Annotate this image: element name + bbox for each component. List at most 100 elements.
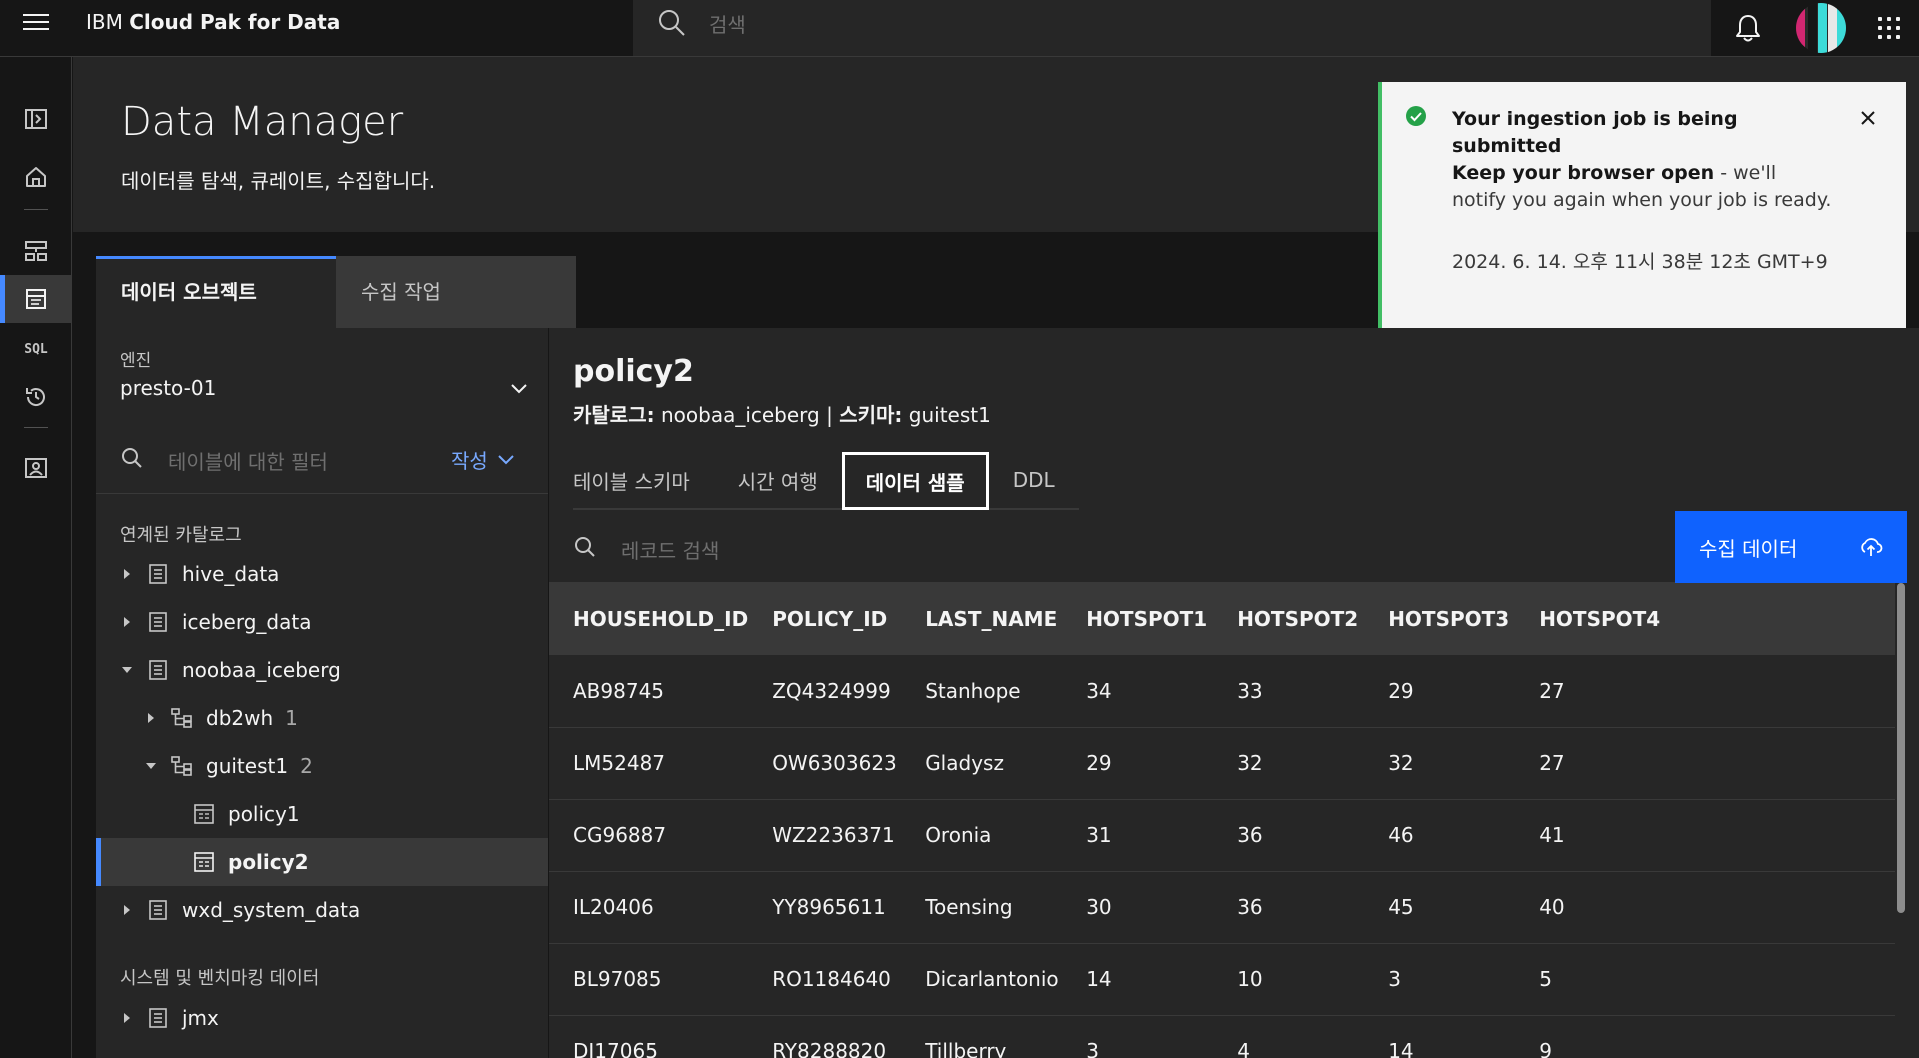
tab-data-objects[interactable]: 데이터 오브젝트: [96, 256, 336, 328]
rail-access-control[interactable]: [0, 445, 72, 493]
tree-item-iceberg-data[interactable]: iceberg_data: [96, 598, 548, 646]
tab-table-schema[interactable]: 테이블 스키마: [573, 452, 714, 510]
column-header[interactable]: HOTSPOT2: [1213, 583, 1365, 655]
catalog-icon: [146, 660, 170, 680]
schema-value: guitest1: [908, 403, 991, 427]
chevron-down-icon[interactable]: [510, 380, 528, 399]
table-row: CG96887 WZ2236371 Oronia 31 36 46 41: [549, 799, 1895, 872]
record-search-input[interactable]: 레코드 검색: [549, 511, 1675, 583]
column-header[interactable]: HOTSPOT1: [1062, 583, 1214, 655]
rail-home[interactable]: [0, 153, 72, 201]
data-table-icon: [26, 289, 46, 309]
upload-icon: [1859, 535, 1883, 564]
tree-item-wxd-system-data[interactable]: wxd_system_data: [96, 886, 548, 934]
ingest-data-button[interactable]: 수집 데이터: [1675, 511, 1907, 583]
app-switcher-button[interactable]: [1858, 0, 1919, 56]
column-header[interactable]: POLICY_ID: [748, 583, 902, 655]
tree-item-db2wh[interactable]: db2wh 1: [96, 694, 548, 742]
cell: 46: [1364, 799, 1516, 872]
tab-time-travel[interactable]: 시간 여행: [713, 452, 842, 510]
cell: 31: [1062, 799, 1214, 872]
cell: OW6303623: [748, 727, 902, 800]
column-header[interactable]: HOTSPOT3: [1364, 583, 1516, 655]
tree-item-noobaa-iceberg[interactable]: noobaa_iceberg: [96, 646, 548, 694]
table-scrollbar[interactable]: [1895, 583, 1907, 1058]
cell: YY8965611: [748, 871, 902, 944]
side-rail: SQL: [0, 57, 72, 1058]
tree-item-label: hive_data: [182, 562, 280, 586]
column-header[interactable]: LAST_NAME: [901, 583, 1063, 655]
user-access-icon: [25, 458, 47, 478]
caret-right-icon[interactable]: [120, 1012, 134, 1024]
global-search-placeholder: 검색: [709, 13, 746, 37]
cell: AB98745: [549, 655, 749, 728]
rail-data-integration[interactable]: [0, 227, 72, 275]
ingest-data-label: 수집 데이터: [1699, 536, 1798, 561]
scrollbar-thumb[interactable]: [1897, 583, 1905, 913]
chevron-down-icon: [498, 454, 514, 464]
product-brand[interactable]: IBM Cloud Pak for Data: [86, 10, 340, 34]
table-filter-placeholder: 테이블에 대한 필터: [168, 450, 328, 474]
flow-icon: [25, 241, 47, 261]
ingestion-toast-notification: Your ingestion job is being submitted Ke…: [1378, 82, 1906, 328]
avatar: [1796, 3, 1846, 53]
cell: 32: [1364, 727, 1516, 800]
sql-icon: SQL: [24, 341, 48, 357]
caret-right-icon[interactable]: [144, 712, 158, 724]
cell: 27: [1515, 727, 1895, 800]
tree-item-jmx[interactable]: jmx: [96, 994, 548, 1042]
table-row: LM52487 OW6303623 Gladysz 29 32 32 27: [549, 727, 1895, 800]
caret-right-icon[interactable]: [120, 568, 134, 580]
schema-icon: [170, 708, 194, 728]
table-icon: [192, 804, 216, 824]
tree-item-policy2[interactable]: policy2: [96, 838, 548, 886]
main-tabs: 데이터 오브젝트 수집 작업: [96, 256, 576, 328]
home-icon: [26, 167, 46, 187]
cell: 41: [1515, 799, 1895, 872]
toast-title: Your ingestion job is being submitted: [1452, 108, 1738, 157]
table-header-row: HOUSEHOLD_ID POLICY_ID LAST_NAME HOTSPOT…: [549, 583, 1895, 655]
close-icon[interactable]: [1856, 106, 1880, 130]
page-subtitle: 데이터를 탐색, 큐레이트, 수집합니다.: [121, 169, 436, 193]
cell: 40: [1515, 871, 1895, 944]
table-filter-input[interactable]: 테이블에 대한 필터 작성: [96, 422, 548, 494]
notifications-button[interactable]: [1713, 0, 1783, 56]
rail-query-history[interactable]: [0, 373, 72, 421]
caret-right-icon[interactable]: [120, 616, 134, 628]
cell: RY8288820: [748, 1015, 902, 1058]
tree-item-policy1[interactable]: policy1: [96, 790, 548, 838]
column-header[interactable]: HOTSPOT4: [1515, 583, 1895, 655]
rail-data-manager[interactable]: [0, 275, 72, 323]
hamburger-menu-icon[interactable]: [18, 9, 54, 35]
cell: 36: [1213, 799, 1365, 872]
global-search-input[interactable]: 검색: [633, 0, 1711, 56]
cell: 45: [1364, 871, 1516, 944]
cell: 32: [1213, 727, 1365, 800]
cell: Stanhope: [901, 655, 1063, 728]
tab-ingestion-jobs[interactable]: 수집 작업: [336, 256, 576, 328]
caret-down-icon[interactable]: [120, 666, 134, 674]
rail-sql[interactable]: SQL: [0, 325, 72, 373]
compose-label: 작성: [451, 449, 488, 473]
expand-panel-icon: [25, 109, 47, 129]
search-icon: [120, 446, 144, 474]
compose-dropdown[interactable]: 작성: [451, 445, 514, 474]
tab-data-sample[interactable]: 데이터 샘플: [841, 452, 989, 510]
cell: CG96887: [549, 799, 749, 872]
caret-down-icon[interactable]: [144, 762, 158, 770]
tree-item-hive-data[interactable]: hive_data: [96, 550, 548, 598]
catalog-icon: [146, 900, 170, 920]
tree-item-label: wxd_system_data: [182, 898, 361, 922]
cell: 29: [1364, 655, 1516, 728]
cell: Oronia: [901, 799, 1063, 872]
tree-item-guitest1[interactable]: guitest1 2: [96, 742, 548, 790]
rail-expand-button[interactable]: [0, 95, 72, 143]
caret-right-icon[interactable]: [120, 904, 134, 916]
engine-dropdown[interactable]: presto-01: [120, 376, 216, 400]
cell: 33: [1213, 655, 1365, 728]
cell: 30: [1062, 871, 1214, 944]
column-header[interactable]: HOUSEHOLD_ID: [549, 583, 749, 655]
user-avatar-button[interactable]: [1784, 0, 1858, 56]
catalog-value: noobaa_iceberg: [660, 403, 820, 427]
tab-ddl[interactable]: DDL: [988, 452, 1079, 510]
